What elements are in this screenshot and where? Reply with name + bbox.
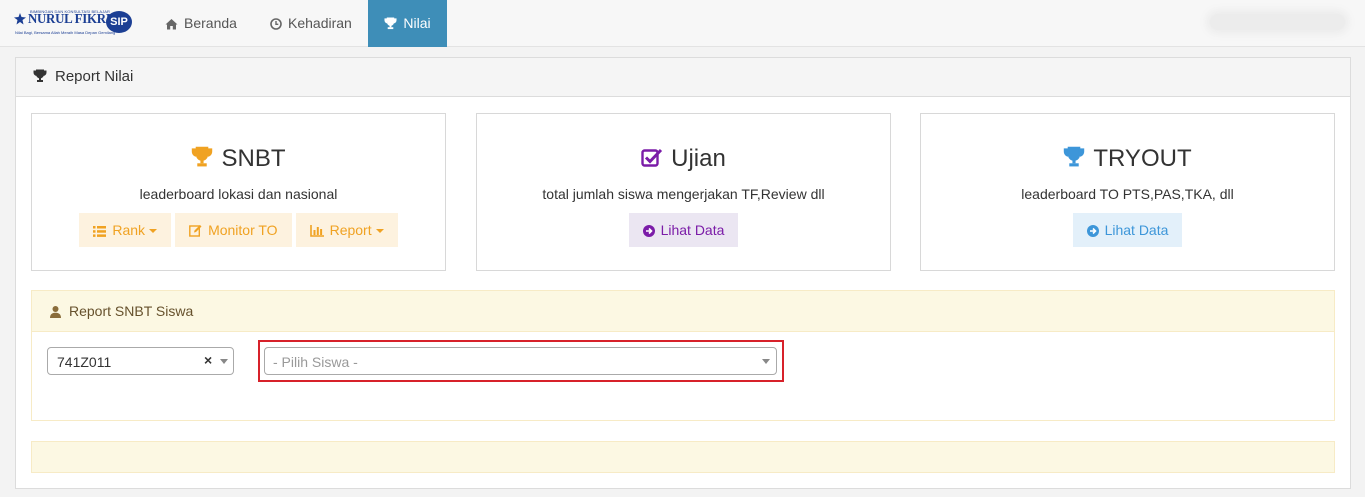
report-snbt-title: Report SNBT Siswa bbox=[69, 303, 194, 319]
student-select-placeholder: - Pilih Siswa - bbox=[273, 354, 358, 370]
brand-logo[interactable]: BIMBINGAN DAN KONSULTASI BELAJAR NURUL F… bbox=[14, 9, 134, 39]
ujian-button-row: Lihat Data bbox=[477, 213, 890, 247]
chevron-down-icon[interactable] bbox=[220, 359, 228, 364]
ujian-subtitle: total jumlah siswa mengerjakan TF,Review… bbox=[542, 186, 825, 202]
bar-chart-icon bbox=[309, 225, 324, 237]
check-square-icon bbox=[641, 148, 663, 167]
trophy-icon bbox=[33, 69, 47, 82]
arrow-circle-right-icon bbox=[1086, 225, 1099, 237]
report-snbt-heading: Report SNBT Siswa bbox=[32, 291, 1334, 332]
chevron-down-icon[interactable] bbox=[762, 359, 770, 364]
trophy-icon bbox=[384, 17, 397, 30]
list-icon bbox=[93, 226, 107, 237]
panel-heading: Report Nilai bbox=[16, 58, 1350, 97]
nav-item-beranda[interactable]: Beranda bbox=[165, 0, 237, 47]
tryout-card-title: TRYOUT bbox=[921, 145, 1334, 173]
user-icon bbox=[50, 306, 61, 318]
report-button-label: Report bbox=[329, 222, 372, 238]
snbt-title-text: SNBT bbox=[221, 145, 286, 172]
snbt-card-title: SNBT bbox=[32, 145, 445, 173]
result-panel bbox=[31, 441, 1335, 473]
snbt-card: SNBT leaderboard lokasi dan nasional Ran… bbox=[31, 113, 446, 271]
snbt-button-row: Rank Monitor TO Report bbox=[32, 213, 445, 247]
ujian-card-title: Ujian bbox=[477, 145, 890, 173]
tryout-title-text: TRYOUT bbox=[1093, 145, 1192, 172]
monitor-to-button-label: Monitor TO bbox=[208, 222, 278, 238]
tryout-subtitle: leaderboard TO PTS,PAS,TKA, dll bbox=[1021, 186, 1234, 202]
top-navbar: BIMBINGAN DAN KONSULTASI BELAJAR NURUL F… bbox=[0, 0, 1365, 47]
nav-item-nilai[interactable]: Nilai bbox=[368, 0, 447, 47]
trophy-icon bbox=[1064, 146, 1085, 167]
clear-icon[interactable]: × bbox=[204, 352, 212, 368]
trophy-icon bbox=[192, 146, 213, 167]
snbt-subtitle: leaderboard lokasi dan nasional bbox=[139, 186, 338, 202]
nav-label-kehadiran: Kehadiran bbox=[288, 15, 352, 31]
nav-label-beranda: Beranda bbox=[184, 15, 237, 31]
user-menu[interactable] bbox=[1210, 14, 1345, 30]
brand-tagline: Nilai Bagi, Bersama Allah Meraih Masa De… bbox=[15, 30, 116, 35]
ujian-card: Ujian total jumlah siswa mengerjakan TF,… bbox=[476, 113, 891, 271]
report-button[interactable]: Report bbox=[295, 213, 398, 247]
home-icon bbox=[165, 19, 178, 30]
tryout-lihat-data-button[interactable]: Lihat Data bbox=[1072, 213, 1183, 247]
monitor-to-button[interactable]: Monitor TO bbox=[175, 213, 292, 247]
class-select[interactable]: 741Z011 × bbox=[47, 347, 234, 375]
edit-icon bbox=[189, 225, 202, 237]
nav-label-nilai: Nilai bbox=[403, 15, 431, 31]
class-select-value: 741Z011 bbox=[57, 354, 112, 370]
brand-name: NURUL FIKRI bbox=[28, 12, 111, 27]
tryout-card: TRYOUT leaderboard TO PTS,PAS,TKA, dll L… bbox=[920, 113, 1335, 271]
rank-button-label: Rank bbox=[112, 222, 146, 238]
ujian-title-text: Ujian bbox=[671, 145, 726, 172]
student-select[interactable]: - Pilih Siswa - bbox=[264, 347, 777, 375]
arrow-circle-right-icon bbox=[642, 225, 655, 237]
ujian-lihat-data-button[interactable]: Lihat Data bbox=[628, 213, 739, 247]
tryout-lihat-data-label: Lihat Data bbox=[1104, 222, 1169, 238]
emblem-icon bbox=[14, 13, 26, 25]
clock-icon bbox=[270, 18, 282, 30]
report-snbt-siswa-panel: Report SNBT Siswa 741Z011 × - Pilih Sisw… bbox=[31, 290, 1335, 421]
tryout-button-row: Lihat Data bbox=[921, 213, 1334, 247]
report-nilai-panel: Report Nilai SNBT leaderboard lokasi dan… bbox=[15, 57, 1351, 489]
ujian-lihat-data-label: Lihat Data bbox=[660, 222, 725, 238]
panel-title: Report Nilai bbox=[55, 68, 134, 85]
chevron-down-icon bbox=[375, 229, 384, 233]
nav-item-kehadiran[interactable]: Kehadiran bbox=[270, 0, 352, 47]
rank-button[interactable]: Rank bbox=[79, 213, 172, 247]
chevron-down-icon bbox=[149, 229, 158, 233]
